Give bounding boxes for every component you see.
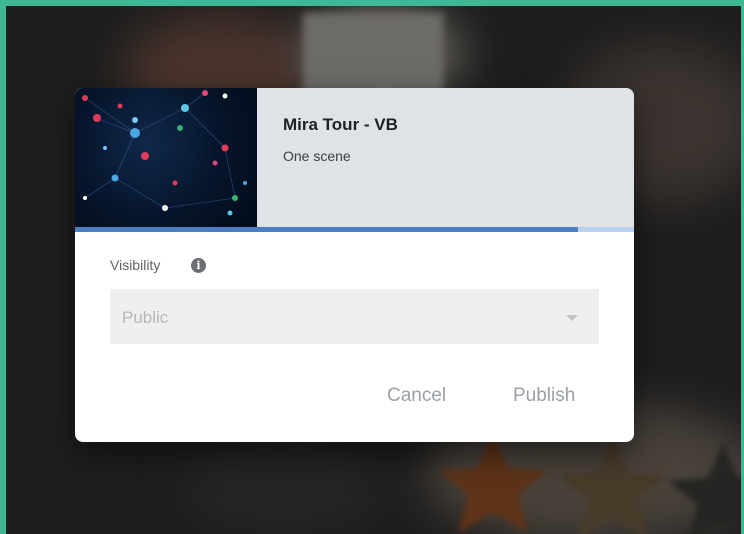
cancel-button[interactable]: Cancel — [387, 385, 446, 407]
chevron-down-icon — [566, 315, 578, 321]
network-graph-thumbnail — [75, 88, 257, 229]
visibility-select[interactable]: Public — [110, 289, 599, 344]
publish-dialog: Mira Tour - VB One scene Visibility i Pu… — [75, 88, 634, 442]
dialog-title: Mira Tour - VB — [283, 115, 398, 134]
progress-bar-fill — [75, 227, 579, 232]
info-icon[interactable]: i — [191, 258, 206, 273]
visibility-label: Visibility — [110, 257, 161, 273]
dialog-header: Mira Tour - VB One scene — [75, 88, 634, 232]
visibility-select-value: Public — [122, 308, 169, 327]
publish-button[interactable]: Publish — [513, 385, 575, 407]
progress-bar — [75, 227, 634, 232]
dialog-subtitle: One scene — [283, 148, 351, 164]
